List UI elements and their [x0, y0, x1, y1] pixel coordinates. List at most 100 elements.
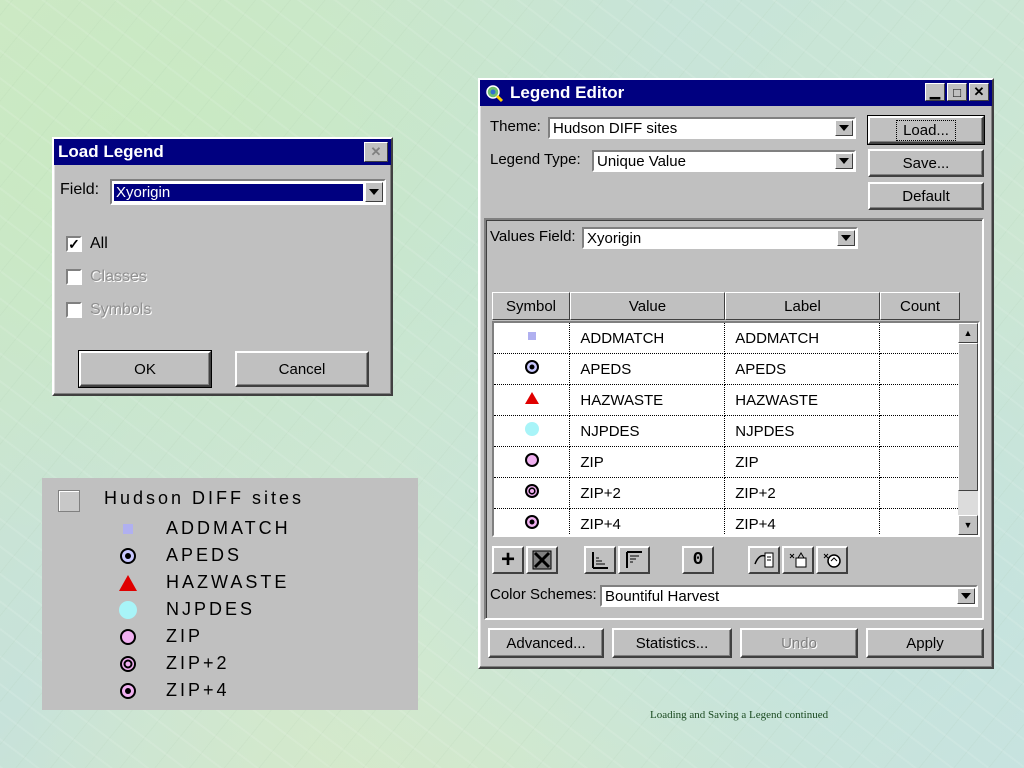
circle-double-icon [524, 484, 539, 498]
chevron-down-icon[interactable] [957, 588, 975, 604]
apply-button[interactable]: Apply [866, 628, 984, 658]
symbol-cell[interactable] [494, 415, 571, 447]
chevron-down-icon[interactable] [837, 230, 855, 246]
all-checkbox[interactable]: ✓ All [66, 235, 108, 253]
add-row-button[interactable]: + [492, 546, 524, 574]
minimize-icon[interactable]: ▁ [925, 83, 945, 101]
circle-cyan-icon [524, 422, 539, 436]
column-header-count[interactable]: Count [880, 292, 960, 320]
table-row[interactable]: HAZWASTE HAZWASTE [494, 384, 960, 416]
legend-editor-title: Legend Editor [510, 83, 625, 102]
value-cell[interactable]: APEDS [569, 353, 726, 385]
values-field-label: Values Field: [490, 228, 576, 245]
count-cell [879, 415, 960, 447]
field-label: Field: [60, 181, 100, 198]
chevron-down-icon[interactable] [365, 182, 383, 202]
triangle-red-icon [119, 574, 137, 591]
symbols-checkbox[interactable]: Symbols [66, 301, 151, 319]
symbol-cell[interactable] [494, 353, 571, 385]
theme-select[interactable]: Hudson DIFF sites [548, 117, 856, 139]
close-icon[interactable]: ✕ [364, 142, 388, 162]
symbol-cell[interactable] [494, 323, 571, 354]
label-cell[interactable]: ADDMATCH [724, 323, 881, 354]
default-button[interactable]: Default [868, 182, 984, 210]
symbol-rotate-button[interactable] [816, 546, 848, 574]
chevron-down-icon[interactable] [835, 120, 853, 136]
label-cell[interactable]: ZIP+4 [724, 508, 881, 535]
value-cell[interactable]: ZIP+4 [569, 508, 726, 535]
statistics-button[interactable]: Statistics... [612, 628, 732, 658]
symbol-cell[interactable] [494, 446, 571, 478]
zero-icon: 0 [692, 550, 704, 570]
delete-row-button[interactable] [526, 546, 558, 574]
sort-ascending-button[interactable] [584, 546, 616, 574]
count-cell [879, 446, 960, 478]
legend-theme-title: Hudson DIFF sites [104, 488, 305, 508]
table-row[interactable]: ZIP+4 ZIP+4 [494, 508, 960, 535]
cancel-button[interactable]: Cancel [235, 351, 369, 387]
label-cell[interactable]: HAZWASTE [724, 384, 881, 416]
table-row[interactable]: NJPDES NJPDES [494, 415, 960, 447]
label-cell[interactable]: ZIP [724, 446, 881, 478]
classes-checkbox[interactable]: Classes [66, 268, 147, 286]
circle-dot-pink-icon [120, 682, 136, 699]
sort-ascending-icon [592, 552, 608, 569]
values-field-value: Xyorigin [587, 229, 642, 247]
circle-double-icon [120, 655, 136, 672]
column-header-symbol[interactable]: Symbol [492, 292, 570, 320]
color-schemes-value: Bountiful Harvest [605, 587, 720, 605]
load-button[interactable]: Load... [867, 115, 985, 145]
column-header-label[interactable]: Label [725, 292, 880, 320]
null-value-button[interactable]: 0 [682, 546, 714, 574]
undo-button[interactable]: Undo [740, 628, 858, 658]
legend-editor-window: Legend Editor ▁ □ ✕ Theme: Hudson DIFF s… [478, 78, 994, 669]
circle-dot-pink-icon [524, 515, 539, 529]
slide-caption: Loading and Saving a Legend continued [650, 709, 829, 721]
column-header-value[interactable]: Value [570, 292, 725, 320]
table-row[interactable]: ADDMATCH ADDMATCH [494, 323, 960, 354]
label-cell[interactable]: ZIP+2 [724, 477, 881, 509]
chevron-down-icon[interactable] [835, 153, 853, 169]
scroll-down-icon[interactable]: ▼ [958, 515, 978, 535]
table-row[interactable]: ZIP ZIP [494, 446, 960, 478]
legend-panel: Hudson DIFF sites ADDMATCH APEDS HAZWAST… [42, 478, 418, 710]
close-icon[interactable]: ✕ [969, 83, 989, 101]
legend-theme-checkbox[interactable] [58, 490, 80, 512]
value-cell[interactable]: ZIP [569, 446, 726, 478]
legend-type-label: Legend Type: [490, 151, 581, 168]
label-cell[interactable]: APEDS [724, 353, 881, 385]
symbol-properties-button[interactable] [748, 546, 780, 574]
symbol-cell[interactable] [494, 477, 571, 509]
legend-item-label: HAZWASTE [166, 572, 290, 592]
field-select[interactable]: Xyorigin [110, 179, 386, 205]
value-cell[interactable]: ADDMATCH [569, 323, 726, 354]
load-legend-titlebar[interactable]: Load Legend ✕ [54, 139, 391, 165]
value-cell[interactable]: ZIP+2 [569, 477, 726, 509]
save-button[interactable]: Save... [868, 149, 984, 177]
value-cell[interactable]: NJPDES [569, 415, 726, 447]
maximize-icon[interactable]: □ [947, 83, 967, 101]
color-schemes-select[interactable]: Bountiful Harvest [600, 585, 978, 607]
legend-editor-titlebar[interactable]: Legend Editor ▁ □ ✕ [480, 80, 992, 106]
symbol-cell[interactable] [494, 384, 571, 416]
value-cell[interactable]: HAZWASTE [569, 384, 726, 416]
ok-button[interactable]: OK [78, 350, 212, 388]
legend-item-label: ZIP+2 [166, 653, 230, 673]
values-field-select[interactable]: Xyorigin [582, 227, 858, 249]
legend-item-label: ZIP [166, 626, 204, 646]
label-cell[interactable]: NJPDES [724, 415, 881, 447]
scroll-up-icon[interactable]: ▲ [958, 323, 978, 343]
advanced-button[interactable]: Advanced... [488, 628, 604, 658]
vertical-scrollbar[interactable]: ▲ ▼ [958, 323, 978, 535]
legend-type-select[interactable]: Unique Value [592, 150, 856, 172]
triangle-red-icon [524, 392, 539, 404]
scrollbar-thumb[interactable] [958, 343, 978, 491]
load-legend-dialog: Load Legend ✕ Field: Xyorigin ✓ All Clas… [52, 137, 393, 396]
symbol-fill-button[interactable] [782, 546, 814, 574]
rotate-icon [823, 553, 841, 568]
symbol-cell[interactable] [494, 508, 571, 535]
legend-table: ADDMATCH ADDMATCH APEDS APEDS HAZWASTE HAZWAS… [492, 321, 980, 537]
table-row[interactable]: ZIP+2 ZIP+2 [494, 477, 960, 509]
table-row[interactable]: APEDS APEDS [494, 353, 960, 385]
sort-descending-button[interactable] [618, 546, 650, 574]
